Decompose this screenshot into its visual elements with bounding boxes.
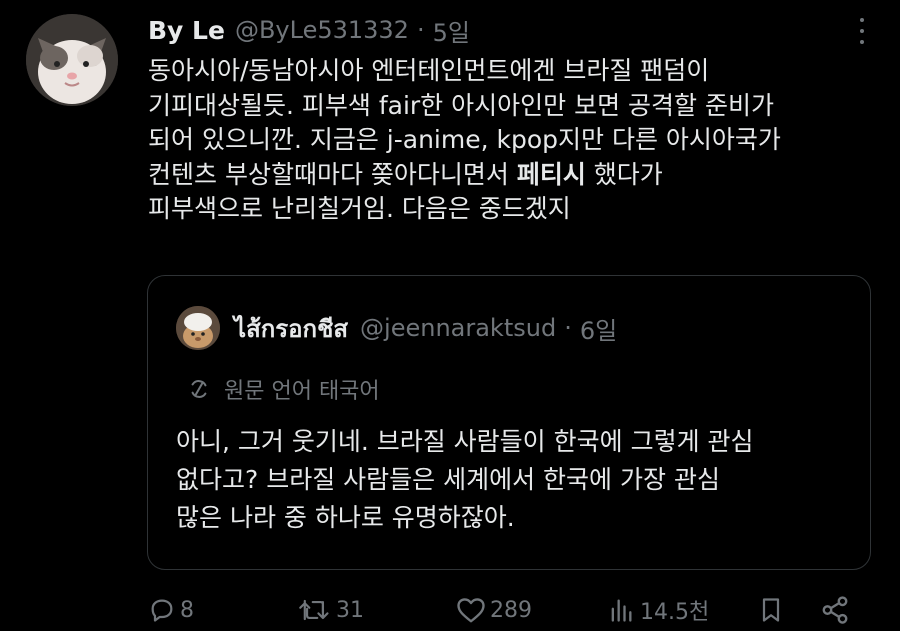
avatar[interactable] (26, 14, 118, 106)
tweet-text: 동아시아/동남아시아 엔터테인먼트에겐 브라질 팬덤이 기피대상될듯. 피부색 … (148, 54, 878, 227)
timestamp[interactable]: 5일 (433, 13, 470, 48)
like-count: 289 (490, 597, 532, 623)
like-button[interactable]: 289 (456, 590, 532, 630)
tweet-text-line: 동아시아/동남아시아 엔터테인먼트에겐 브라질 팬덤이 (148, 56, 710, 85)
tweet-text-line: 기피대상될듯. 피부색 fair한 아시아인만 보면 공격할 준비가 (148, 90, 774, 120)
views-count: 14.5천 (640, 600, 710, 625)
views-button[interactable]: 14.5천 (606, 590, 709, 630)
quoted-avatar-image (176, 306, 220, 350)
quoted-timestamp: 6일 (579, 316, 618, 345)
repost-button[interactable]: 31 (298, 590, 364, 630)
repost-count: 31 (336, 597, 364, 623)
quoted-handle: @jeennaraktsud (360, 314, 557, 342)
quoted-header: ไส้กรอกชีส @jeennaraktsud · 6일 (234, 310, 617, 346)
bookmark-button[interactable] (757, 590, 785, 630)
views-chart-icon (611, 599, 632, 622)
tweet-header: By Le @ByLe531332 · 5일 (148, 12, 470, 48)
translate-icon (191, 380, 207, 398)
display-name[interactable]: By Le (148, 16, 225, 45)
tweet-text-segment: 했다가 (585, 159, 663, 189)
tweet-text-line: 되어 있으니깐. 지금은 j-anime, kpop지만 다른 아시아국가 (148, 125, 781, 155)
repost-icon (299, 599, 329, 621)
translation-notice: 원문 언어 태국어 (188, 373, 380, 405)
cat-avatar-image (26, 14, 118, 106)
translation-label: 원문 언어 태국어 (224, 379, 380, 404)
user-handle[interactable]: @ByLe531332 (235, 16, 409, 44)
quoted-avatar[interactable] (176, 306, 220, 350)
quoted-text: 아니, 그거 웃기네. 브라질 사람들이 한국에 그렇게 관심 없다고? 브라질… (176, 423, 856, 537)
share-button[interactable] (820, 590, 850, 630)
quoted-tweet[interactable]: ไส้กรอกชีส @jeennaraktsud · 6일 원문 언어 태국어… (147, 275, 871, 570)
quoted-text-line: 없다고? 브라질 사람들은 세계에서 한국에 가장 관심 (176, 465, 720, 494)
quoted-display-name: ไส้กรอกชีส (234, 314, 349, 343)
reply-count: 8 (180, 597, 194, 623)
quoted-text-line: 아니, 그거 웃기네. 브라질 사람들이 한국에 그렇게 관심 (176, 427, 754, 456)
more-options-icon[interactable] (854, 18, 870, 44)
action-bar: 8 31 289 14.5천 (0, 590, 900, 630)
separator-dot: · (416, 16, 425, 44)
tweet-text-bold: 페티시 (516, 159, 586, 189)
share-icon (822, 596, 848, 624)
bookmark-icon (762, 598, 780, 622)
tweet-text-line: 피부색으로 난리칠거임. 다음은 중드겠지 (148, 194, 571, 224)
tweet-text-segment: 컨텐츠 부상할때마다 쫒아다니면서 (148, 159, 517, 189)
heart-icon (457, 598, 485, 623)
separator-dot: · (564, 314, 572, 342)
quoted-text-line: 많은 나라 중 하나로 유명하잖아. (176, 503, 515, 532)
reply-icon (151, 599, 173, 622)
tweet-text-line: 컨텐츠 부상할때마다 쫒아다니면서 페티시 했다가 (148, 158, 878, 193)
reply-button[interactable]: 8 (148, 590, 194, 630)
